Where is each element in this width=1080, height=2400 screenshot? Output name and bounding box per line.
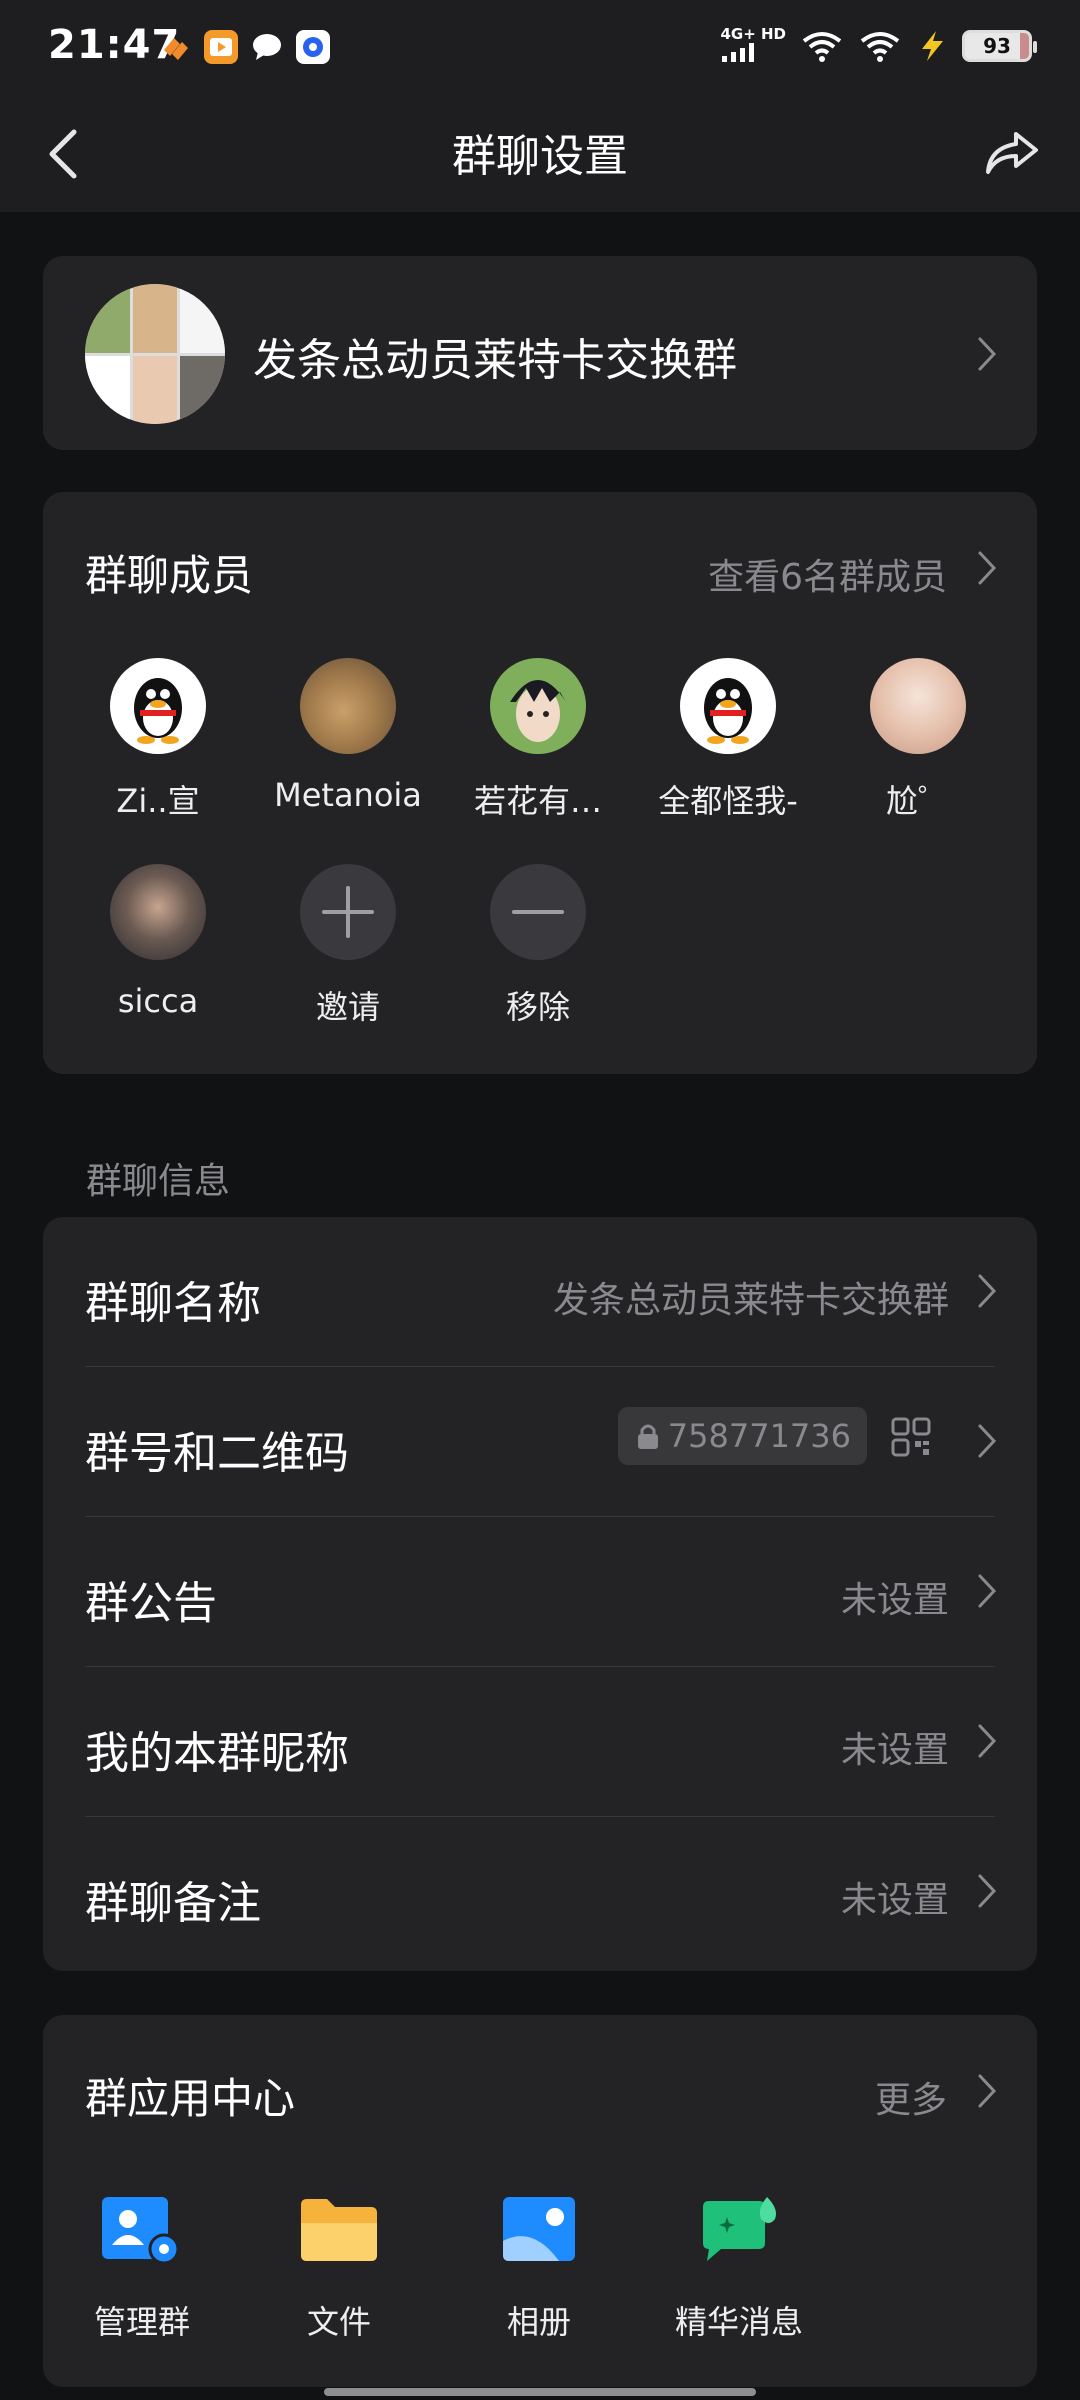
status-bar: 21:47 4G+ HD 93 <box>0 0 1080 96</box>
lock-icon <box>637 1424 658 1449</box>
manage-group-icon <box>100 2195 184 2265</box>
charging-icon <box>922 30 943 61</box>
group-number-row[interactable]: 群号和二维码 758771736 <box>43 1367 1037 1517</box>
chevron-right-icon <box>978 1424 997 1458</box>
row-value: 未设置 <box>840 1880 949 1921</box>
section-label: 群聊信息 <box>86 1161 231 1202</box>
row-label: 群公告 <box>85 1578 217 1629</box>
group-name-row[interactable]: 群聊名称 发条总动员莱特卡交换群 <box>43 1217 1037 1367</box>
row-label: 群号和二维码 <box>85 1428 349 1479</box>
invite-member-button[interactable]: 邀请 <box>253 864 443 1028</box>
chevron-right-icon[interactable] <box>977 550 997 586</box>
group-profile-card[interactable]: 发条总动员莱特卡交换群 <box>43 256 1037 450</box>
row-label: 群聊名称 <box>85 1278 261 1329</box>
app-label: 精华消息 <box>674 2303 803 2341</box>
member-item[interactable]: 全都怪我- <box>633 658 823 822</box>
row-label: 群聊备注 <box>85 1878 261 1929</box>
group-number: 758771736 <box>667 1417 851 1455</box>
group-remark-row[interactable]: 群聊备注 未设置 <box>43 1817 1037 1967</box>
navigation-bar: 群聊设置 <box>0 96 1080 212</box>
member-item[interactable]: 若花有… <box>443 658 633 822</box>
member-name: 全都怪我- <box>658 782 798 820</box>
folder-icon <box>297 2195 381 2265</box>
status-right: 4G+ HD 93 <box>720 26 1037 65</box>
battery-indicator: 93 <box>962 29 1037 62</box>
remove-label: 移除 <box>505 988 570 1026</box>
apps-title: 群应用中心 <box>85 2074 296 2123</box>
chevron-right-icon <box>978 1724 997 1758</box>
group-name: 发条总动员莱特卡交换群 <box>253 335 737 386</box>
app-blue-icon <box>296 30 330 64</box>
page-title: 群聊设置 <box>452 131 628 182</box>
row-value: 未设置 <box>840 1730 949 1771</box>
my-nickname-row[interactable]: 我的本群昵称 未设置 <box>43 1667 1037 1817</box>
app-files[interactable]: 文件 <box>264 2195 414 2343</box>
row-value: 发条总动员莱特卡交换群 <box>552 1280 949 1321</box>
app-label: 相册 <box>506 2303 571 2341</box>
avatar <box>870 658 966 754</box>
members-card: 群聊成员 查看6名群成员 Zi..宣 Metanoia 若花有… 全都怪我- 尬… <box>43 492 1037 1074</box>
avatar <box>110 658 206 754</box>
member-item[interactable]: Zi..宣 <box>63 658 253 822</box>
group-apps-card: 群应用中心 更多 管理群 文件 相册 精华消息 <box>43 2015 1037 2387</box>
member-name: 若花有… <box>473 782 602 820</box>
group-avatar <box>85 284 225 424</box>
group-info-card: 群聊名称 发条总动员莱特卡交换群 群号和二维码 758771736 群公告 未设… <box>43 1217 1037 1971</box>
avatar <box>680 658 776 754</box>
video-app-icon <box>204 30 238 64</box>
row-value: 未设置 <box>840 1580 949 1621</box>
home-indicator[interactable] <box>324 2388 756 2396</box>
chevron-right-icon <box>978 1874 997 1908</box>
members-title: 群聊成员 <box>85 551 254 600</box>
invite-label: 邀请 <box>315 988 380 1026</box>
avatar <box>490 658 586 754</box>
member-item[interactable]: sicca <box>63 864 253 1020</box>
remove-icon <box>490 864 586 960</box>
app-album[interactable]: 相册 <box>464 2195 614 2343</box>
app-label: 文件 <box>306 2303 371 2341</box>
group-notice-row[interactable]: 群公告 未设置 <box>43 1517 1037 1667</box>
album-icon <box>497 2195 581 2265</box>
avatar <box>110 864 206 960</box>
member-name: Zi..宣 <box>116 782 200 820</box>
chevron-right-icon <box>978 337 997 371</box>
wifi-icon <box>802 31 842 62</box>
share-icon[interactable] <box>980 120 1044 184</box>
cellular-signal-icon <box>722 43 755 62</box>
anime-avatar-icon <box>510 680 566 742</box>
avatar <box>300 658 396 754</box>
app-notification-icon <box>158 30 192 64</box>
more-apps-link[interactable]: 更多 <box>875 2071 947 2123</box>
group-number-badge[interactable]: 758771736 <box>617 1407 867 1465</box>
penguin-avatar-icon <box>134 678 182 744</box>
member-item[interactable]: 尬゜ <box>823 658 1013 822</box>
network-type-label: 4G+ HD <box>720 26 786 65</box>
member-name: 尬゜ <box>885 782 950 820</box>
wifi-icon <box>860 31 900 62</box>
chevron-right-icon[interactable] <box>977 2073 997 2109</box>
add-icon <box>300 864 396 960</box>
qr-code-icon[interactable] <box>891 1417 931 1457</box>
app-essence[interactable]: 精华消息 <box>664 2195 814 2343</box>
essence-message-icon <box>697 2195 781 2265</box>
remove-member-button[interactable]: 移除 <box>443 864 633 1028</box>
app-label: 管理群 <box>93 2303 190 2341</box>
view-all-members-link[interactable]: 查看6名群成员 <box>708 548 947 600</box>
chevron-right-icon <box>978 1274 997 1308</box>
member-name: sicca <box>117 982 199 1020</box>
member-item[interactable]: Metanoia <box>253 658 443 814</box>
chat-bubble-icon <box>250 30 284 64</box>
member-name: Metanoia <box>274 776 422 814</box>
app-manage-group[interactable]: 管理群 <box>67 2195 217 2343</box>
notification-icons <box>158 30 330 64</box>
penguin-avatar-icon <box>704 678 752 744</box>
chevron-right-icon <box>978 1574 997 1608</box>
row-label: 我的本群昵称 <box>85 1728 349 1779</box>
